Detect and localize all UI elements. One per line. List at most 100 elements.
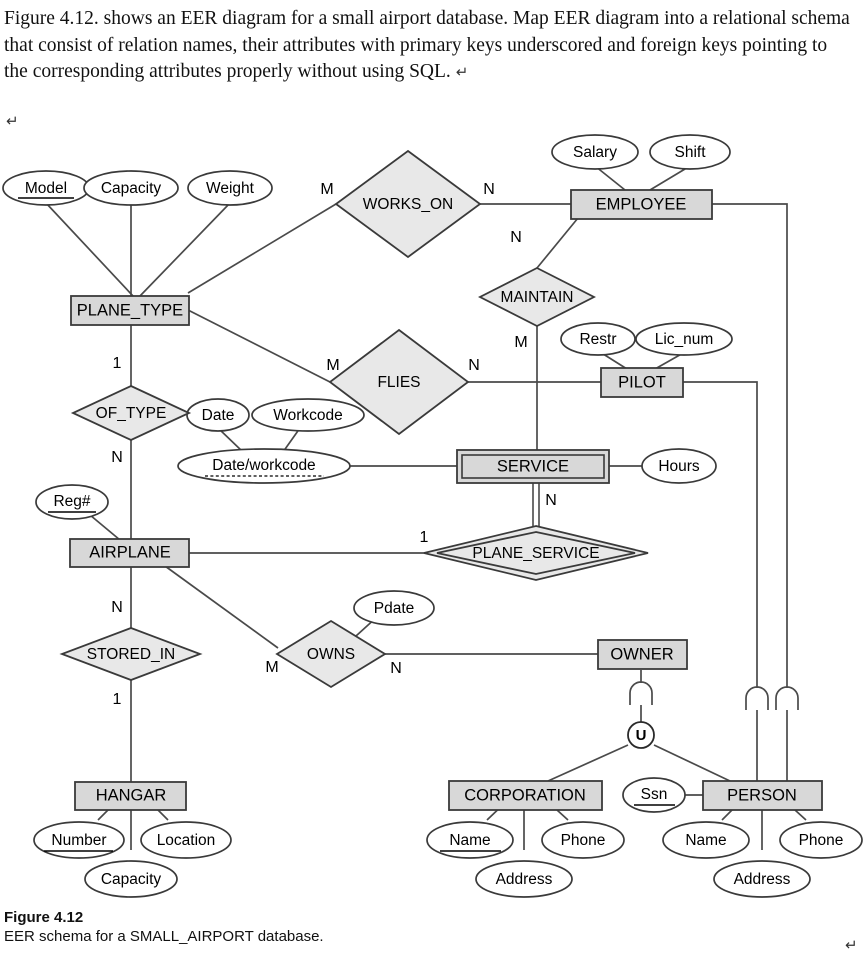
attribute-person-phone[interactable]: Phone xyxy=(779,821,863,859)
attribute-date-label: Date xyxy=(202,407,235,424)
relationship-plane-service-label: PLANE_SERVICE xyxy=(472,545,599,562)
attribute-weight-label: Weight xyxy=(206,180,255,197)
attribute-lic-num[interactable]: Lic_num xyxy=(635,322,733,356)
entity-pilot-label: PILOT xyxy=(618,373,666,391)
page-root: Figure 4.12. shows an EER diagram for a … xyxy=(0,0,866,968)
entity-plane-type[interactable]: PLANE_TYPE xyxy=(70,295,190,326)
attribute-salary[interactable]: Salary xyxy=(551,134,639,170)
relationship-maintain-label: MAINTAIN xyxy=(501,289,574,306)
entity-corporation-label: CORPORATION xyxy=(464,786,586,804)
question-body: Figure 4.12. shows an EER diagram for a … xyxy=(4,8,850,82)
attribute-person-name[interactable]: Name xyxy=(662,821,750,859)
attribute-ssn[interactable]: Ssn xyxy=(622,777,686,813)
cardinality-owns-m: M xyxy=(265,659,278,676)
relationship-works-on[interactable]: WORKS_ON xyxy=(334,149,482,259)
cardinality-works-on-n: N xyxy=(483,181,495,198)
cardinality-flies-m: M xyxy=(326,357,339,374)
attribute-date[interactable]: Date xyxy=(186,398,250,432)
attribute-capacity-plane-type-label: Capacity xyxy=(101,180,162,197)
entity-airplane-label: AIRPLANE xyxy=(89,543,171,561)
entity-pilot[interactable]: PILOT xyxy=(600,367,684,398)
cardinality-works-on-m: M xyxy=(320,181,333,198)
entity-service-label: SERVICE xyxy=(497,457,569,475)
attribute-pdate[interactable]: Pdate xyxy=(353,590,435,626)
attribute-ssn-label: Ssn xyxy=(641,786,668,803)
entity-airplane[interactable]: AIRPLANE xyxy=(69,538,190,568)
relationship-stored-in[interactable]: STORED_IN xyxy=(59,627,203,681)
attribute-shift[interactable]: Shift xyxy=(649,134,731,170)
cardinality-of-type-1: 1 xyxy=(113,355,122,372)
attribute-workcode[interactable]: Workcode xyxy=(251,398,365,432)
attribute-restr[interactable]: Restr xyxy=(560,322,636,356)
specialization-union-label: U xyxy=(636,727,647,744)
entity-corporation[interactable]: CORPORATION xyxy=(448,780,603,811)
cardinality-plane-service-1: 1 xyxy=(420,529,429,546)
cardinality-flies-n: N xyxy=(468,357,480,374)
attribute-location-label: Location xyxy=(157,832,216,849)
attribute-corporation-name-label: Name xyxy=(449,832,490,849)
specialization-union-symbol[interactable]: U xyxy=(627,721,655,749)
attribute-model-label: Model xyxy=(25,180,67,197)
attribute-number-label: Number xyxy=(51,832,106,849)
attribute-lic-num-label: Lic_num xyxy=(655,331,714,348)
figure-caption-text: EER schema for a SMALL_AIRPORT database. xyxy=(4,928,324,945)
attribute-reg-num[interactable]: Reg# xyxy=(35,484,109,520)
attribute-corporation-address-label: Address xyxy=(496,871,553,888)
paragraph-mark-icon: ↵ xyxy=(455,64,469,81)
entity-service[interactable]: SERVICE xyxy=(456,449,610,484)
entity-nodes: PLANE_TYPE EMPLOYEE PILOT SERVICE AIRPLA… xyxy=(69,189,823,811)
attribute-capacity-plane-type[interactable]: Capacity xyxy=(83,170,179,206)
entity-plane-type-label: PLANE_TYPE xyxy=(77,301,183,319)
attribute-reg-num-label: Reg# xyxy=(53,493,90,510)
attribute-date-workcode[interactable]: Date/workcode xyxy=(177,448,351,484)
relationship-of-type[interactable]: OF_TYPE xyxy=(70,385,192,441)
attribute-salary-label: Salary xyxy=(573,144,617,161)
attribute-hours-label: Hours xyxy=(658,458,700,475)
cardinality-stored-in-1: 1 xyxy=(113,691,122,708)
attribute-restr-label: Restr xyxy=(579,331,616,348)
attribute-corporation-phone-label: Phone xyxy=(561,832,606,849)
figure-caption: Figure 4.12 EER schema for a SMALL_AIRPO… xyxy=(4,908,704,947)
cardinality-stored-in-n: N xyxy=(111,599,123,616)
entity-person[interactable]: PERSON xyxy=(702,780,823,811)
attribute-hours[interactable]: Hours xyxy=(641,448,717,484)
attribute-location[interactable]: Location xyxy=(140,821,232,859)
attribute-person-address[interactable]: Address xyxy=(713,860,811,898)
entity-employee[interactable]: EMPLOYEE xyxy=(570,189,713,220)
cardinality-maintain-m: M xyxy=(514,334,527,351)
relationship-plane-service[interactable]: PLANE_SERVICE xyxy=(423,525,649,581)
cardinality-owns-n: N xyxy=(390,660,402,677)
attribute-date-workcode-label: Date/workcode xyxy=(212,457,315,474)
eer-diagram: Model Capacity Weight Salary Shift Restr… xyxy=(0,128,866,898)
attribute-number[interactable]: Number xyxy=(33,821,125,859)
cardinality-plane-service-n: N xyxy=(545,492,557,509)
diagram-connectors xyxy=(45,165,807,850)
entity-hangar[interactable]: HANGAR xyxy=(74,781,187,811)
attribute-corporation-address[interactable]: Address xyxy=(475,860,573,898)
relationship-owns[interactable]: OWNS xyxy=(275,619,387,689)
figure-caption-title: Figure 4.12 xyxy=(4,909,84,926)
caption-paragraph-mark-icon: ↵ xyxy=(845,937,858,954)
relationship-owns-label: OWNS xyxy=(307,646,355,663)
attribute-corporation-name[interactable]: Name xyxy=(426,821,514,859)
attribute-workcode-label: Workcode xyxy=(273,407,343,424)
attribute-shift-label: Shift xyxy=(674,144,706,161)
question-text: Figure 4.12. shows an EER diagram for a … xyxy=(4,6,854,87)
entity-owner-label: OWNER xyxy=(610,645,673,663)
attribute-model[interactable]: Model xyxy=(2,170,90,206)
entity-employee-label: EMPLOYEE xyxy=(596,195,687,213)
attribute-person-address-label: Address xyxy=(734,871,791,888)
attribute-person-name-label: Name xyxy=(685,832,726,849)
relationship-stored-in-label: STORED_IN xyxy=(87,646,175,663)
entity-person-label: PERSON xyxy=(727,786,797,804)
attribute-weight[interactable]: Weight xyxy=(187,170,273,206)
attribute-pdate-label: Pdate xyxy=(374,600,415,617)
attribute-corporation-phone[interactable]: Phone xyxy=(541,821,625,859)
cardinality-of-type-n: N xyxy=(111,449,123,466)
relationship-maintain[interactable]: MAINTAIN xyxy=(478,266,596,328)
entity-owner[interactable]: OWNER xyxy=(597,639,688,670)
relationship-of-type-label: OF_TYPE xyxy=(96,405,167,422)
attribute-capacity-hangar-label: Capacity xyxy=(101,871,162,888)
attribute-capacity-hangar[interactable]: Capacity xyxy=(84,860,178,898)
relationship-works-on-label: WORKS_ON xyxy=(363,196,453,213)
